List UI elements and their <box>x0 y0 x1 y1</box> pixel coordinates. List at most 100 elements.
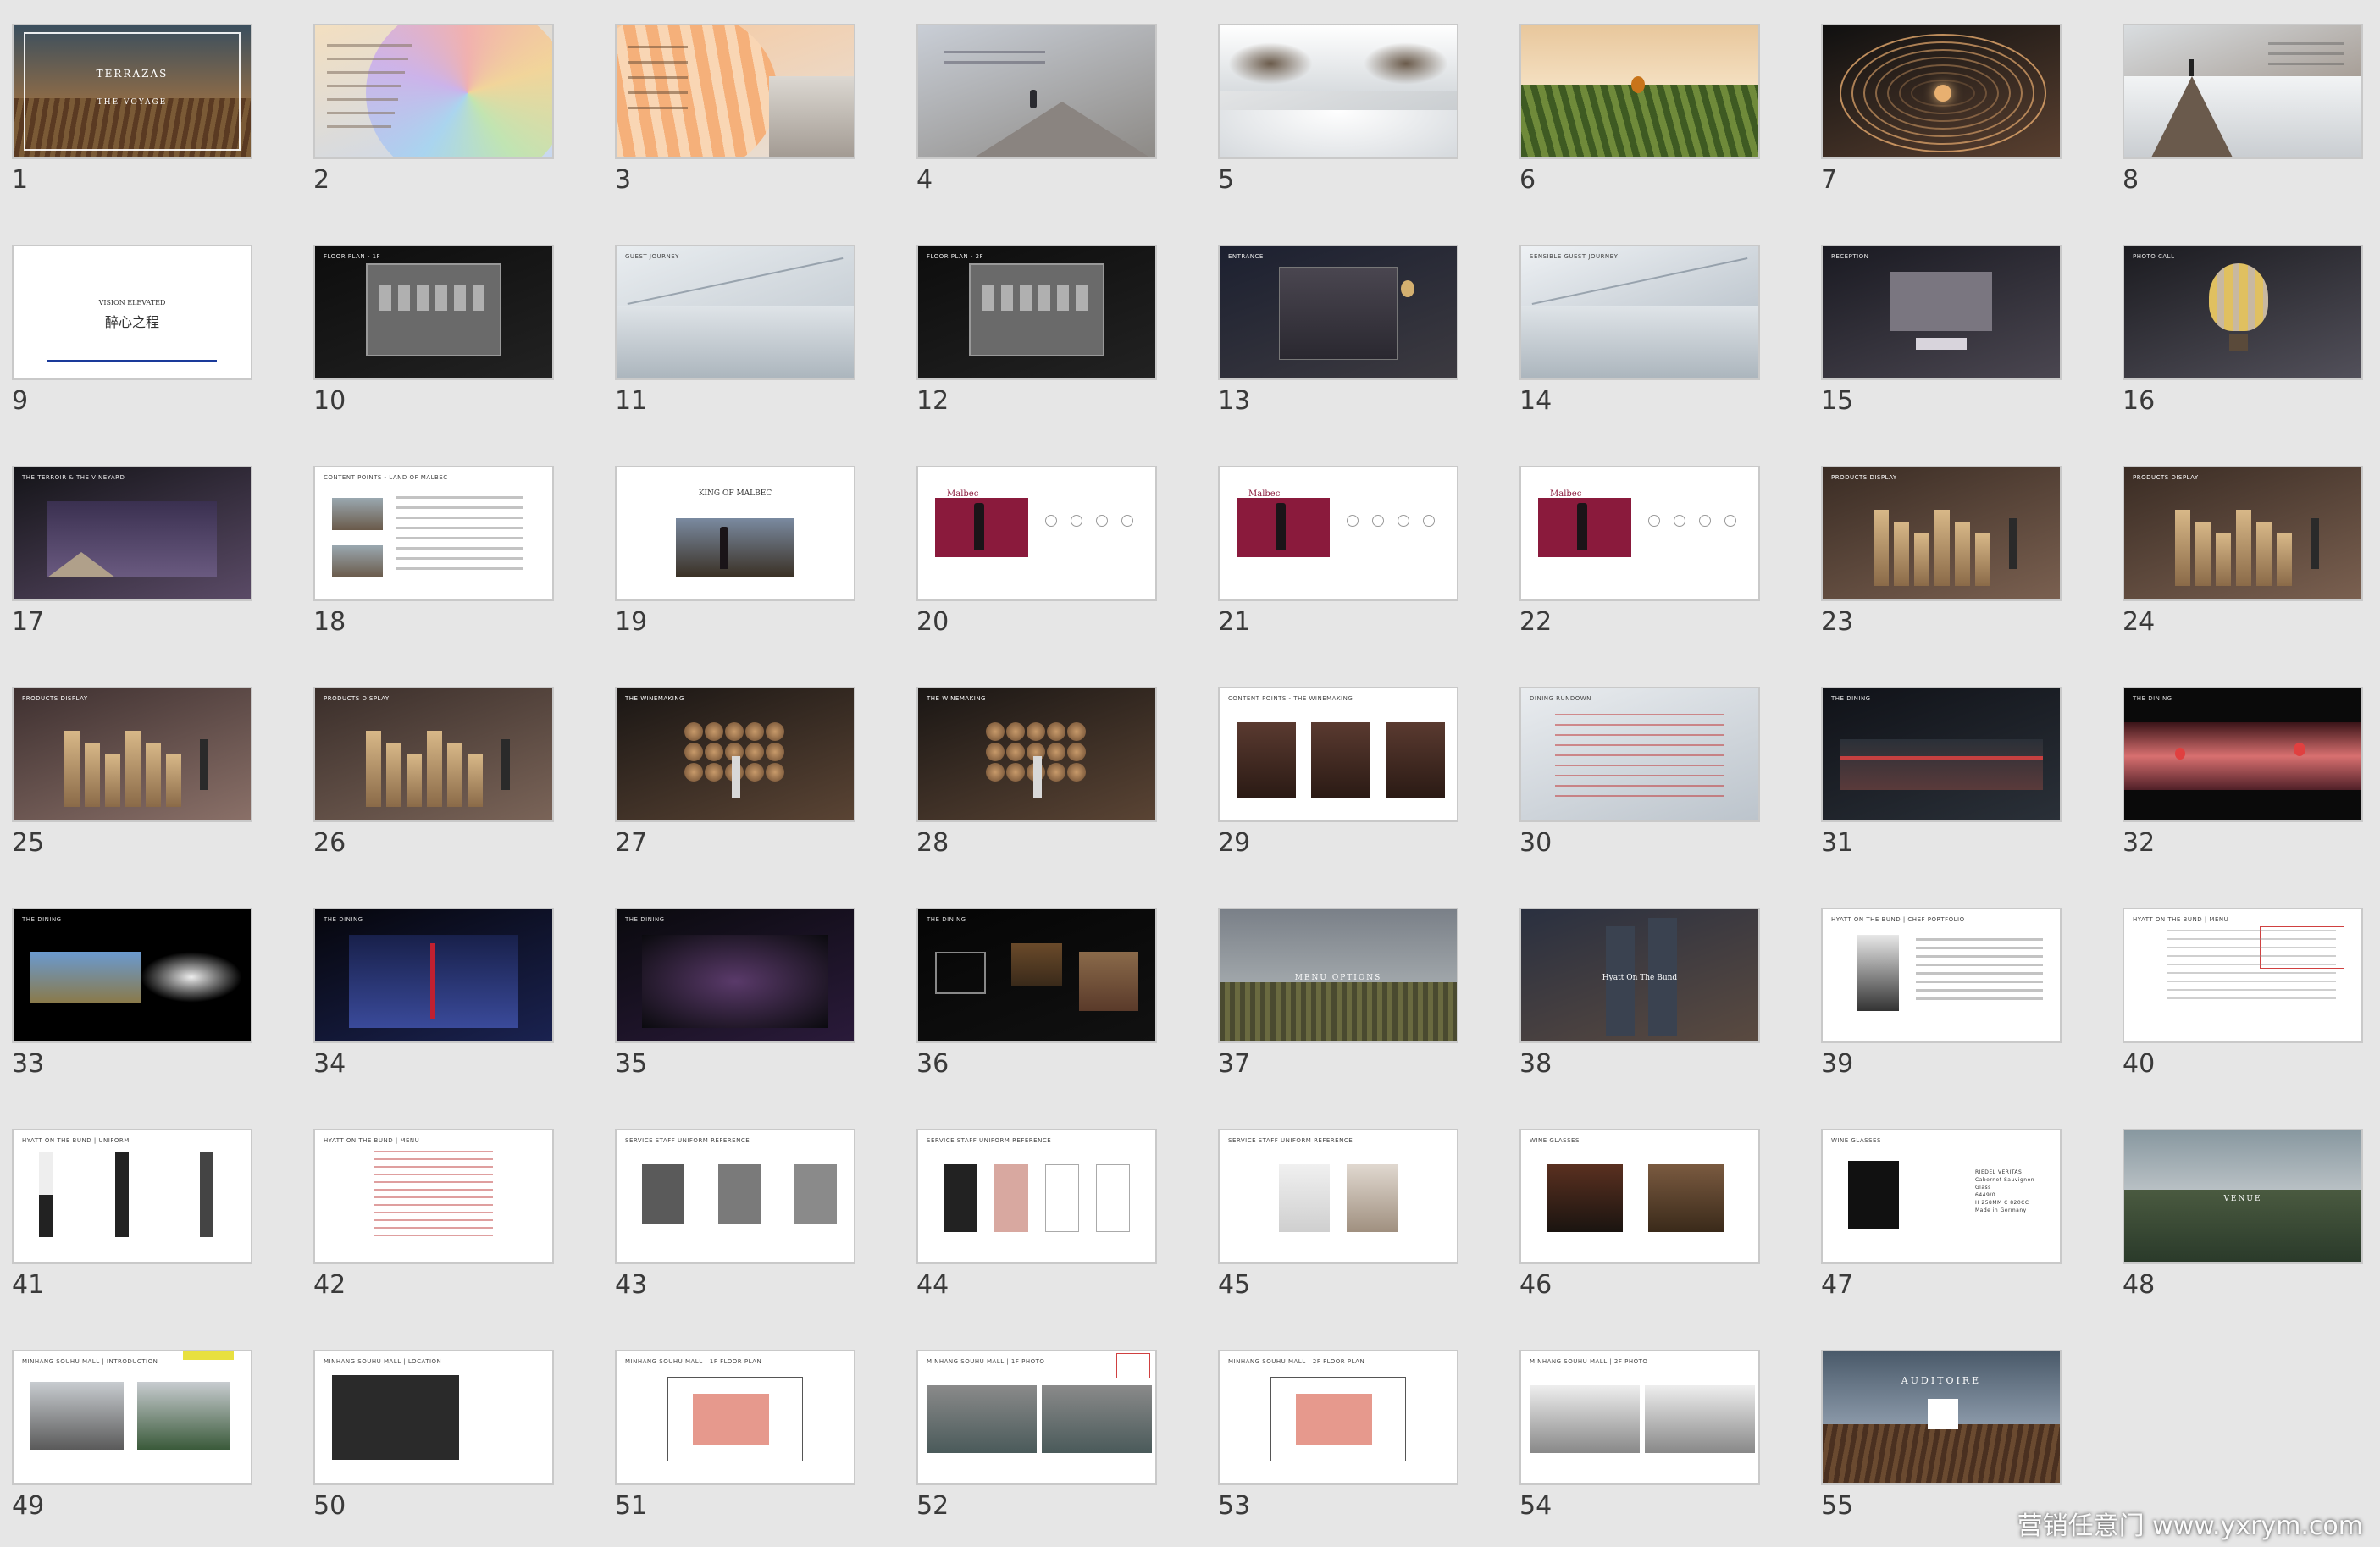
slide-thumbnail[interactable]: ENTRANCE <box>1218 245 1458 380</box>
slide-thumbnail[interactable] <box>1519 24 1760 159</box>
slide-54[interactable]: MINHANG SOUHU MALL | 2F PHOTO 54 <box>1519 1350 1774 1547</box>
slide-45[interactable]: SERVICE STAFF UNIFORM REFERENCE 45 <box>1218 1129 1472 1330</box>
slide-40[interactable]: HYATT ON THE BUND | MENU 40 <box>2123 908 2377 1109</box>
slide-14[interactable]: SENSIBLE GUEST JOURNEY 14 <box>1519 245 1774 446</box>
slide-25[interactable]: PRODUCTS DISPLAY 25 <box>12 687 266 888</box>
slide-5[interactable]: 5 <box>1218 24 1472 225</box>
slide-21[interactable]: Malbec 21 <box>1218 466 1472 667</box>
slide-19[interactable]: KING OF MALBEC 19 <box>615 466 869 667</box>
slide-thumbnail[interactable]: THE DINING <box>313 908 554 1043</box>
slide-thumbnail[interactable]: THE DINING <box>1821 687 2062 822</box>
slide-thumbnail[interactable]: THE DINING <box>12 908 252 1043</box>
slide-4[interactable]: 4 <box>916 24 1171 225</box>
slide-1[interactable]: TERRAZAS THE VOYAGE 1 <box>12 24 266 225</box>
slide-thumbnail[interactable]: MINHANG SOUHU MALL | LOCATION <box>313 1350 554 1485</box>
slide-thumbnail[interactable]: Malbec <box>916 466 1157 601</box>
slide-28[interactable]: THE WINEMAKING 28 <box>916 687 1171 888</box>
slide-thumbnail[interactable]: KING OF MALBEC <box>615 466 855 601</box>
slide-46[interactable]: WINE GLASSES 46 <box>1519 1129 1774 1330</box>
slide-43[interactable]: SERVICE STAFF UNIFORM REFERENCE 43 <box>615 1129 869 1330</box>
slide-16[interactable]: PHOTO CALL 16 <box>2123 245 2377 446</box>
slide-thumbnail[interactable]: WINE GLASSES <box>1519 1129 1760 1264</box>
slide-29[interactable]: CONTENT POINTS - THE WINEMAKING 29 <box>1218 687 1472 888</box>
slide-38[interactable]: Hyatt On The Bund 38 <box>1519 908 1774 1109</box>
slide-31[interactable]: THE DINING 31 <box>1821 687 2075 888</box>
slide-thumbnail[interactable] <box>313 24 554 159</box>
slide-thumbnail[interactable]: FLOOR PLAN - 2F <box>916 245 1157 380</box>
slide-thumbnail[interactable]: THE DINING <box>916 908 1157 1043</box>
slide-52[interactable]: MINHANG SOUHU MALL | 1F PHOTO 52 <box>916 1350 1171 1547</box>
slide-20[interactable]: Malbec 20 <box>916 466 1171 667</box>
slide-thumbnail[interactable]: Malbec <box>1519 466 1760 601</box>
slide-32[interactable]: THE DINING 32 <box>2123 687 2377 888</box>
slide-33[interactable]: THE DINING 33 <box>12 908 266 1109</box>
slide-thumbnail[interactable] <box>615 24 855 159</box>
slide-11[interactable]: GUEST JOURNEY 11 <box>615 245 869 446</box>
slide-26[interactable]: PRODUCTS DISPLAY 26 <box>313 687 567 888</box>
slide-44[interactable]: SERVICE STAFF UNIFORM REFERENCE 44 <box>916 1129 1171 1330</box>
slide-10[interactable]: FLOOR PLAN - 1F 10 <box>313 245 567 446</box>
slide-17[interactable]: THE TERROIR & THE VINEYARD 17 <box>12 466 266 667</box>
slide-34[interactable]: THE DINING 34 <box>313 908 567 1109</box>
slide-49[interactable]: MINHANG SOUHU MALL | INTRODUCTION 49 <box>12 1350 266 1547</box>
slide-thumbnail[interactable]: PRODUCTS DISPLAY <box>2123 466 2363 601</box>
slide-thumbnail[interactable] <box>2123 24 2363 159</box>
slide-thumbnail[interactable]: RECEPTION <box>1821 245 2062 380</box>
slide-3[interactable]: 3 <box>615 24 869 225</box>
slide-thumbnail[interactable]: THE WINEMAKING <box>916 687 1157 822</box>
slide-thumbnail[interactable] <box>916 24 1157 159</box>
slide-thumbnail[interactable] <box>1218 24 1458 159</box>
slide-13[interactable]: ENTRANCE 13 <box>1218 245 1472 446</box>
slide-24[interactable]: PRODUCTS DISPLAY 24 <box>2123 466 2377 667</box>
slide-thumbnail[interactable]: VENUE <box>2123 1129 2363 1264</box>
slide-thumbnail[interactable]: THE TERROIR & THE VINEYARD <box>12 466 252 601</box>
slide-9[interactable]: VISION ELEVATED 醉心之程 9 <box>12 245 266 446</box>
slide-50[interactable]: MINHANG SOUHU MALL | LOCATION 50 <box>313 1350 567 1547</box>
slide-48[interactable]: VENUE 48 <box>2123 1129 2377 1330</box>
slide-47[interactable]: WINE GLASSES RIEDEL VERITAS Cabernet Sauvi… <box>1821 1129 2075 1330</box>
slide-30[interactable]: DINING RUNDOWN 30 <box>1519 687 1774 888</box>
slide-thumbnail[interactable]: THE WINEMAKING <box>615 687 855 822</box>
slide-41[interactable]: HYATT ON THE BUND | UNIFORM 41 <box>12 1129 266 1330</box>
slide-thumbnail[interactable]: HYATT ON THE BUND | MENU <box>2123 908 2363 1043</box>
slide-thumbnail[interactable]: MINHANG SOUHU MALL | INTRODUCTION <box>12 1350 252 1485</box>
slide-thumbnail[interactable]: WINE GLASSES RIEDEL VERITAS Cabernet Sauvi… <box>1821 1129 2062 1264</box>
slide-37[interactable]: MENU OPTIONS 37 <box>1218 908 1472 1109</box>
slide-thumbnail[interactable]: PHOTO CALL <box>2123 245 2363 380</box>
slide-thumbnail[interactable]: HYATT ON THE BUND | MENU <box>313 1129 554 1264</box>
slide-thumbnail[interactable]: AUDITOIRE <box>1821 1350 2062 1485</box>
slide-22[interactable]: Malbec 22 <box>1519 466 1774 667</box>
slide-thumbnail[interactable]: SERVICE STAFF UNIFORM REFERENCE <box>1218 1129 1458 1264</box>
slide-thumbnail[interactable]: TERRAZAS THE VOYAGE <box>12 24 252 159</box>
slide-thumbnail[interactable]: CONTENT POINTS - THE WINEMAKING <box>1218 687 1458 822</box>
slide-51[interactable]: MINHANG SOUHU MALL | 1F FLOOR PLAN 51 <box>615 1350 869 1547</box>
slide-thumbnail[interactable]: CONTENT POINTS - LAND OF MALBEC <box>313 466 554 601</box>
slide-thumbnail[interactable]: THE DINING <box>2123 687 2363 822</box>
slide-6[interactable]: 6 <box>1519 24 1774 225</box>
slide-thumbnail[interactable]: SERVICE STAFF UNIFORM REFERENCE <box>615 1129 855 1264</box>
slide-thumbnail[interactable]: MINHANG SOUHU MALL | 1F FLOOR PLAN <box>615 1350 855 1485</box>
slide-42[interactable]: HYATT ON THE BUND | MENU 42 <box>313 1129 567 1330</box>
slide-12[interactable]: FLOOR PLAN - 2F 12 <box>916 245 1171 446</box>
slide-8[interactable]: 8 <box>2123 24 2377 225</box>
slide-thumbnail[interactable] <box>1821 24 2062 159</box>
slide-thumbnail[interactable]: MENU OPTIONS <box>1218 908 1458 1043</box>
slide-7[interactable]: 7 <box>1821 24 2075 225</box>
slide-thumbnail[interactable]: SENSIBLE GUEST JOURNEY <box>1519 245 1760 380</box>
slide-thumbnail[interactable]: SERVICE STAFF UNIFORM REFERENCE <box>916 1129 1157 1264</box>
slide-23[interactable]: PRODUCTS DISPLAY 23 <box>1821 466 2075 667</box>
slide-thumbnail[interactable]: PRODUCTS DISPLAY <box>313 687 554 822</box>
slide-thumbnail[interactable]: HYATT ON THE BUND | UNIFORM <box>12 1129 252 1264</box>
slide-36[interactable]: THE DINING 36 <box>916 908 1171 1109</box>
slide-thumbnail[interactable]: MINHANG SOUHU MALL | 2F FLOOR PLAN <box>1218 1350 1458 1485</box>
slide-18[interactable]: CONTENT POINTS - LAND OF MALBEC 18 <box>313 466 567 667</box>
slide-thumbnail[interactable]: VISION ELEVATED 醉心之程 <box>12 245 252 380</box>
slide-thumbnail[interactable]: PRODUCTS DISPLAY <box>12 687 252 822</box>
slide-35[interactable]: THE DINING 35 <box>615 908 869 1109</box>
slide-2[interactable]: 2 <box>313 24 567 225</box>
slide-thumbnail[interactable]: HYATT ON THE BUND | CHEF PORTFOLIO <box>1821 908 2062 1043</box>
slide-thumbnail[interactable]: FLOOR PLAN - 1F <box>313 245 554 380</box>
slide-thumbnail[interactable]: GUEST JOURNEY <box>615 245 855 380</box>
slide-39[interactable]: HYATT ON THE BUND | CHEF PORTFOLIO 39 <box>1821 908 2075 1109</box>
slide-thumbnail[interactable]: Malbec <box>1218 466 1458 601</box>
